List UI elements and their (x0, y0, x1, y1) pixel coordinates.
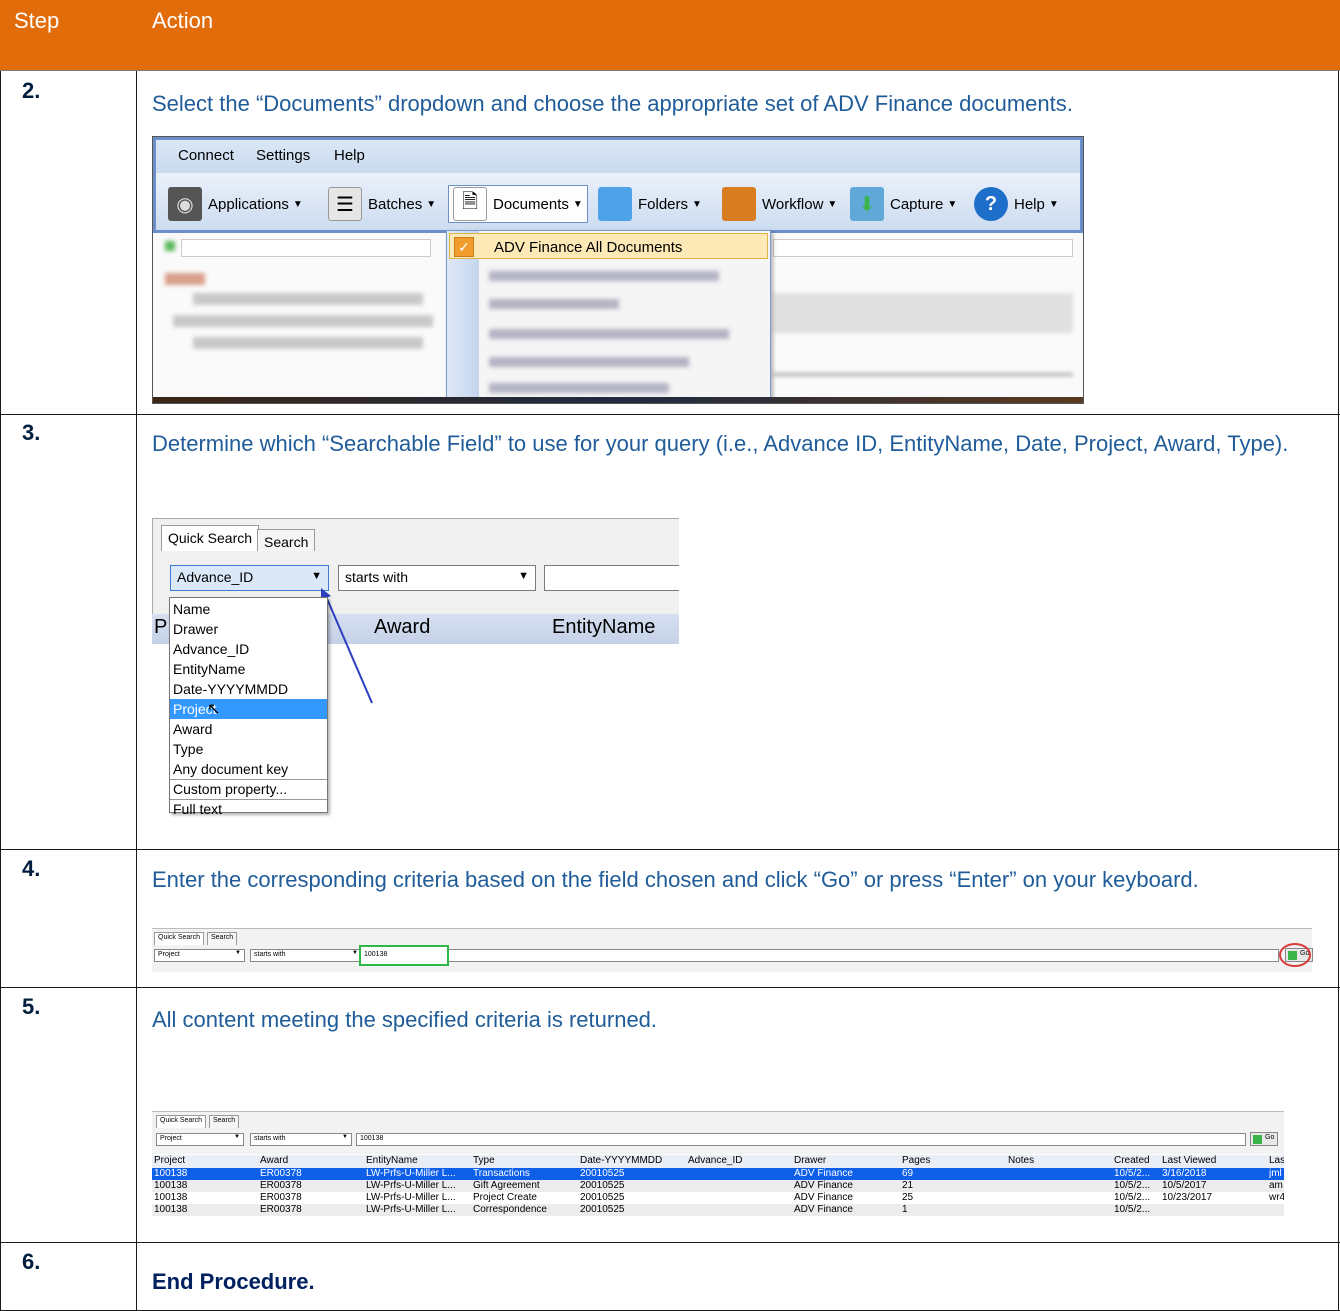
step-number: 4. (22, 856, 41, 881)
option-date[interactable]: Date-YYYYMMDD (173, 679, 288, 699)
option-drawer[interactable]: Drawer (173, 619, 218, 639)
step-text: All content meeting the specified criter… (152, 1007, 658, 1032)
capture-button[interactable]: ⬇ Capture ▼ (850, 185, 957, 223)
row-divider (0, 849, 1340, 850)
documents-label: Documents (493, 195, 569, 213)
option-award[interactable]: Award (173, 719, 212, 739)
workflow-label: Workflow (762, 195, 824, 213)
workflow-button[interactable]: Workflow ▼ (722, 185, 837, 223)
menu-help[interactable]: Help (334, 147, 365, 164)
quick-search-bar-screenshot: Quick Search Search Project ▼ starts with… (152, 928, 1314, 972)
step-text: Determine which “Searchable Field” to us… (152, 431, 1289, 456)
procedure-table: Step Action 2. Select the “Documents” dr… (0, 0, 1340, 1311)
criteria-input[interactable]: 100138 (356, 1133, 1246, 1146)
documents-menu-screenshot: Connect Settings Help ◉ Applications ▼ ☰ … (152, 136, 1084, 404)
applications-label: Applications (208, 195, 289, 213)
tab-quick-search[interactable]: Quick Search (156, 1115, 207, 1128)
tab-search[interactable]: Search (257, 529, 316, 551)
capture-icon: ⬇ (850, 187, 884, 221)
column-divider (136, 71, 137, 1311)
search-results-screenshot: Quick Search Search Project ▼ starts with… (152, 1111, 1284, 1227)
tab-search[interactable]: Search (209, 1115, 240, 1128)
workflow-icon (722, 187, 756, 221)
table-row[interactable]: 100138 ER00378 LW-Prfs-U-Miller L... Cor… (152, 1204, 1284, 1216)
highlight-circle (1279, 943, 1311, 967)
table-border-right (1338, 71, 1339, 1311)
checkmark-icon: ✓ (454, 237, 474, 257)
table-row[interactable]: 100138 ER00378 LW-Prfs-U-Miller L... Pro… (152, 1192, 1284, 1204)
table-row[interactable]: 100138 ER00378 LW-Prfs-U-Miller L... Gif… (152, 1180, 1284, 1192)
applications-button[interactable]: ◉ Applications ▼ (168, 185, 303, 223)
document-icon: 🗎 (453, 187, 487, 221)
binoculars-icon: ◉ (168, 187, 202, 221)
option-advance-id[interactable]: Advance_ID (173, 639, 249, 659)
option-custom-property[interactable]: Custom property... (173, 779, 287, 799)
step-text: Enter the corresponding criteria based o… (152, 867, 1199, 892)
field-select[interactable]: Project ▼ (156, 1133, 244, 1146)
chevron-down-icon: ▼ (311, 570, 322, 582)
folders-label: Folders (638, 195, 689, 213)
option-entityname[interactable]: EntityName (173, 659, 245, 679)
table-header: Step Action (0, 0, 1340, 71)
folder-icon (598, 187, 632, 221)
tab-quick-search[interactable]: Quick Search (161, 525, 260, 551)
batches-button[interactable]: ☰ Batches ▼ (328, 185, 436, 223)
step-text: Select the “Documents” dropdown and choo… (152, 91, 1073, 116)
row-divider (0, 987, 1340, 988)
criteria-input[interactable] (544, 565, 679, 591)
menu-item-adv-finance-all-documents[interactable]: ✓ ADV Finance All Documents (449, 233, 768, 259)
option-any-document-key[interactable]: Any document key (173, 759, 288, 779)
option-name[interactable]: Name (173, 599, 210, 619)
chevron-down-icon: ▼ (234, 1134, 240, 1140)
step-number: 5. (22, 994, 41, 1019)
step-text: End Procedure. (152, 1269, 315, 1294)
folders-button[interactable]: Folders ▼ (598, 185, 702, 223)
row-divider (0, 1242, 1340, 1243)
option-type[interactable]: Type (173, 739, 203, 759)
operator-select[interactable]: starts with ▼ (250, 949, 362, 962)
toolbar: ◉ Applications ▼ ☰ Batches ▼ 🗎 Documents ▼ … (153, 173, 1083, 233)
table-row[interactable]: 100138 ER00378 LW-Prfs-U-Miller L... Tra… (152, 1168, 1284, 1180)
results-header-row: Project Award EntityName Type Date-YYYYM… (152, 1155, 1284, 1168)
tab-quick-search[interactable]: Quick Search (154, 932, 205, 945)
option-full-text[interactable]: Full text (173, 799, 222, 819)
help-label: Help (1014, 195, 1045, 213)
tab-search[interactable]: Search (207, 932, 238, 945)
chevron-down-icon: ▼ (518, 570, 529, 582)
table-border-left (0, 71, 1, 1311)
menu-connect[interactable]: Connect (178, 147, 234, 164)
help-button[interactable]: ? Help ▼ (974, 185, 1059, 223)
step-number: 6. (22, 1249, 41, 1274)
help-icon: ? (974, 187, 1008, 221)
capture-label: Capture (890, 195, 944, 213)
header-step: Step (14, 8, 60, 33)
menu-settings[interactable]: Settings (256, 147, 310, 164)
field-select[interactable]: Advance_ID ▼ (170, 565, 329, 591)
option-project[interactable]: Project (170, 699, 327, 719)
criteria-input[interactable]: 100138 (359, 945, 449, 966)
row-divider (0, 414, 1340, 415)
field-select[interactable]: Project ▼ (154, 949, 245, 962)
documents-button[interactable]: 🗎 Documents ▼ (448, 185, 588, 223)
go-button[interactable]: Go (1250, 1132, 1279, 1146)
operator-select[interactable]: starts with ▼ (250, 1133, 352, 1146)
step-number: 3. (22, 420, 41, 445)
header-action: Action (152, 8, 214, 33)
batches-label: Batches (368, 195, 423, 213)
menu-bar: Connect Settings Help (153, 137, 1083, 173)
chevron-down-icon: ▼ (342, 1134, 348, 1140)
chevron-down-icon: ▼ (235, 950, 241, 956)
documents-dropdown-menu: ✓ ADV Finance All Documents (446, 230, 771, 403)
searchable-field-screenshot: Quick Search Search Advance_ID ▼ starts … (152, 518, 679, 828)
batches-icon: ☰ (328, 187, 362, 221)
chevron-down-icon: ▼ (352, 950, 358, 956)
field-options-list: Name Drawer Advance_ID EntityName Date-Y… (169, 597, 328, 817)
mouse-cursor-icon: ↖ (207, 701, 221, 718)
step-number: 2. (22, 78, 41, 103)
